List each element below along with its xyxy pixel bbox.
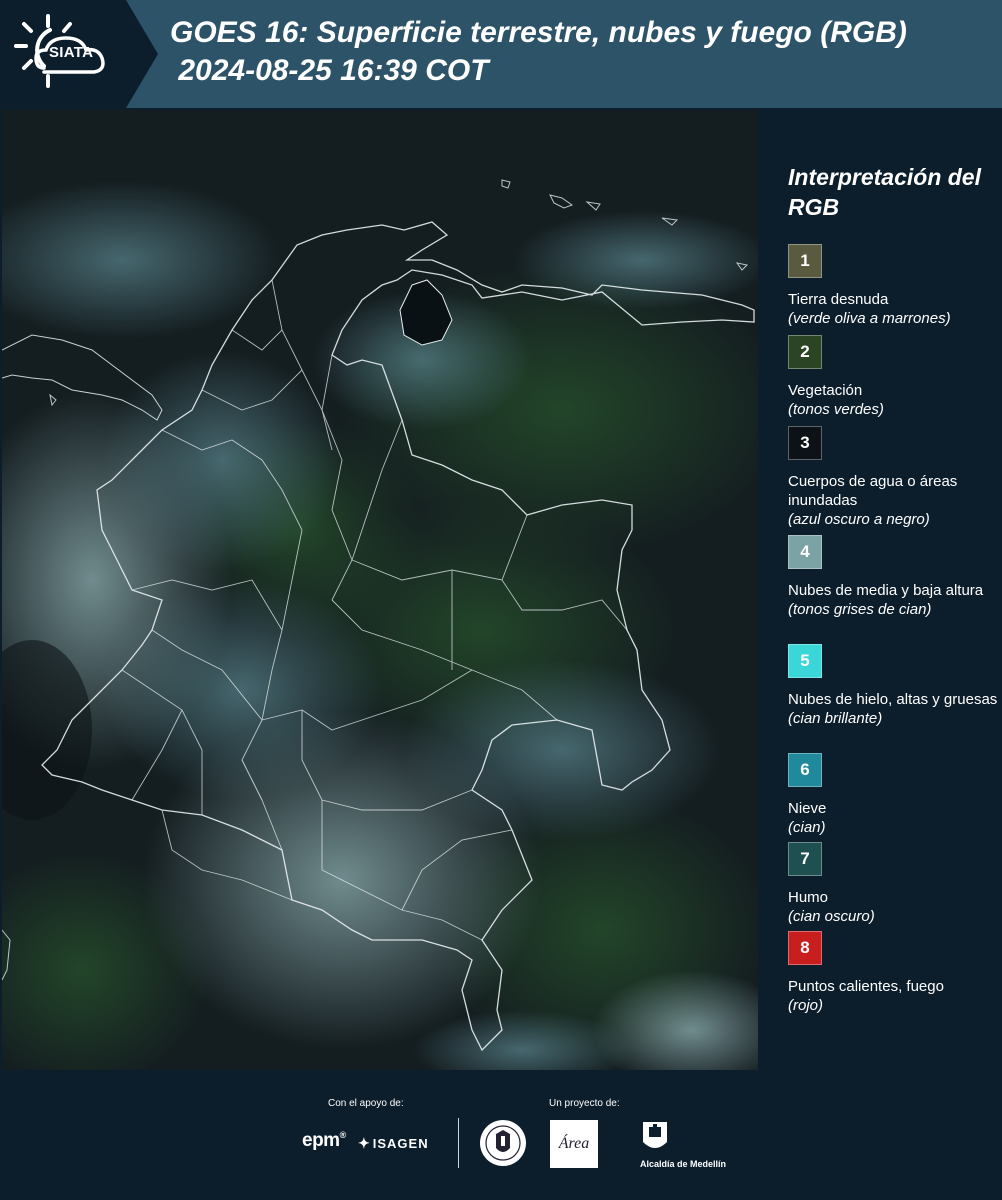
legend-item-note: (cian) bbox=[788, 819, 826, 836]
legend-item: 6 Nieve (cian) bbox=[788, 753, 998, 837]
satellite-map-svg bbox=[2, 110, 758, 1070]
legend-item-label: Humo bbox=[788, 889, 829, 906]
legend-item-label: Vegetación bbox=[788, 382, 863, 399]
legend-item-note: (rojo) bbox=[788, 997, 824, 1014]
legend-item-note: (azul oscuro a negro) bbox=[788, 511, 930, 528]
legend-item-note: (tonos grises de cian) bbox=[788, 601, 932, 618]
legend-item-text: Nieve (cian) bbox=[788, 799, 998, 837]
legend-item-label: Cuerpos de agua o áreas inundadas bbox=[788, 473, 958, 509]
legend-item-note: (verde oliva a marrones) bbox=[788, 310, 951, 327]
legend-title: Interpretación del RGB bbox=[788, 164, 981, 220]
legend-item: 5 Nubes de hielo, altas y gruesas (cian br… bbox=[788, 644, 998, 728]
legend-swatch: 3 bbox=[788, 426, 822, 460]
area-metropolitana-logo-icon: Área bbox=[550, 1120, 598, 1168]
legend-swatch: 2 bbox=[788, 335, 822, 369]
legend-item-label: Puntos calientes, fuego bbox=[788, 978, 944, 995]
legend-item-text: Puntos calientes, fuego (rojo) bbox=[788, 977, 998, 1015]
legend-swatch: 7 bbox=[788, 842, 822, 876]
support-label: Con el apoyo de: bbox=[328, 1098, 404, 1109]
legend-item-note: (tonos verdes) bbox=[788, 401, 884, 418]
satellite-image bbox=[2, 110, 758, 1070]
area-logo-mark: Área bbox=[558, 1135, 590, 1152]
legend-swatch: 6 bbox=[788, 753, 822, 787]
legend-swatch: 5 bbox=[788, 644, 822, 678]
legend-item-text: Nubes de media y baja altura (tonos grise… bbox=[788, 581, 998, 619]
legend-item: 4 Nubes de media y baja altura (tonos gris… bbox=[788, 535, 998, 619]
footer-divider bbox=[458, 1118, 459, 1168]
legend-panel: Interpretación del RGB 1 Tierra desnuda (v… bbox=[760, 110, 1002, 1070]
seal-icon bbox=[480, 1120, 526, 1166]
footer: Con el apoyo de: Un proyecto de: epm® ✦ I… bbox=[0, 1070, 1002, 1200]
legend-item: 8 Puntos calientes, fuego (rojo) bbox=[788, 931, 998, 1015]
page-title: GOES 16: Superficie terrestre, nubes y f… bbox=[170, 14, 907, 90]
project-label: Un proyecto de: bbox=[549, 1098, 620, 1109]
alcaldia-logo-icon bbox=[643, 1122, 667, 1148]
legend-swatch: 8 bbox=[788, 931, 822, 965]
legend-swatch: 1 bbox=[788, 244, 822, 278]
legend-item-text: Humo (cian oscuro) bbox=[788, 888, 998, 926]
legend-swatch: 4 bbox=[788, 535, 822, 569]
siata-logo-text: SIATA bbox=[49, 44, 94, 61]
isagen-logo-icon: ✦ ISAGEN bbox=[358, 1135, 429, 1152]
legend-item-text: Tierra desnuda (verde oliva a marrones) bbox=[788, 290, 998, 328]
legend-item-label: Nubes de media y baja altura bbox=[788, 582, 984, 599]
isagen-mark-icon: ✦ bbox=[358, 1135, 371, 1151]
legend-item-label: Tierra desnuda bbox=[788, 291, 889, 308]
legend-item: 7 Humo (cian oscuro) bbox=[788, 842, 998, 926]
isagen-logo-text: ISAGEN bbox=[372, 1136, 429, 1151]
legend-item-note: (cian oscuro) bbox=[788, 908, 875, 925]
title-line-1: GOES 16: Superficie terrestre, nubes y f… bbox=[170, 16, 907, 49]
legend-item-text: Nubes de hielo, altas y gruesas (cian bri… bbox=[788, 690, 998, 728]
legend-item-label: Nubes de hielo, altas y gruesas bbox=[788, 691, 998, 708]
legend-item-text: Cuerpos de agua o áreas inundadas (azul o… bbox=[788, 472, 998, 529]
legend-item-text: Vegetación (tonos verdes) bbox=[788, 381, 998, 419]
legend-item: 3 Cuerpos de agua o áreas inundadas (azul … bbox=[788, 426, 998, 529]
epm-logo-icon: epm® bbox=[302, 1130, 346, 1151]
legend-item: 2 Vegetación (tonos verdes) bbox=[788, 335, 998, 419]
siata-logo-panel: SIATA bbox=[0, 0, 158, 108]
epm-logo-text: epm bbox=[302, 1130, 340, 1151]
legend-item-note: (cian brillante) bbox=[788, 710, 883, 727]
title-line-2: 2024-08-25 16:39 COT bbox=[170, 54, 489, 87]
legend-item-label: Nieve bbox=[788, 800, 827, 817]
alcaldia-label: Alcaldía de Medellín bbox=[640, 1159, 727, 1169]
legend-item: 1 Tierra desnuda (verde oliva a marrones) bbox=[788, 244, 998, 328]
header: SIATA GOES 16: Superficie terrestre, nub… bbox=[0, 0, 1002, 108]
